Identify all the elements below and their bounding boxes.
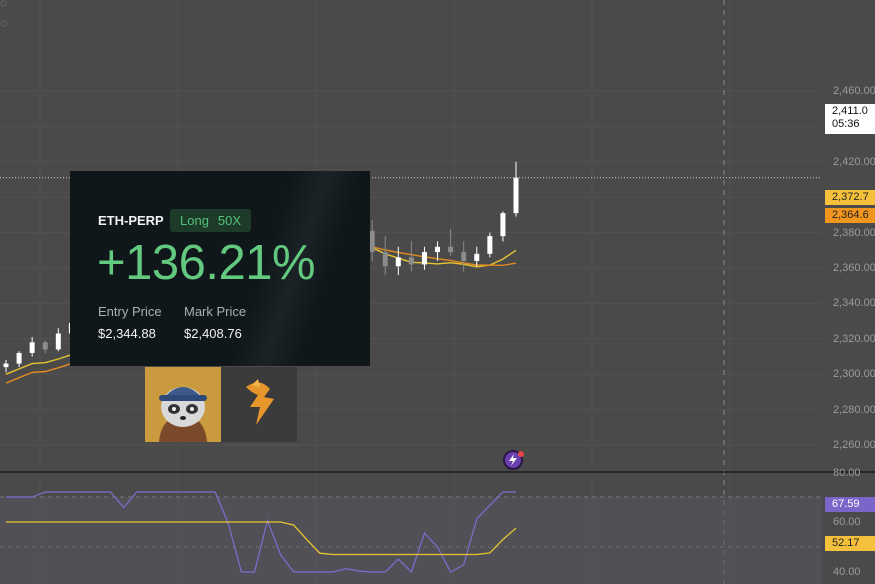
price-axis-label: 2,260.00 [833,439,875,451]
candle-body [487,236,493,254]
mark-price-label: Mark Price [184,304,247,319]
raccoon-avatar-art [145,367,221,442]
price-axis-label: 2,280.00 [833,403,875,416]
lightning-marker-icon[interactable] [501,449,527,471]
candle-body [29,342,35,353]
eye-hidden-icon[interactable]: ◌ [0,17,14,29]
last-price-value: 2,411.0 [832,105,868,117]
candle-body [382,252,388,267]
flame-horse-avatar-art [222,367,297,442]
candle-body [421,252,427,265]
candle-body [55,333,61,350]
lightning-marker-art [503,450,524,470]
position-side: Long [180,213,209,228]
price-axis-label: 2,320.00 [833,332,875,345]
candle-body [42,342,48,350]
candle-body [408,257,414,265]
price-axis-label: 2,340.00 [833,297,875,310]
price-axis-label: 2,380.00 [833,226,875,239]
rsi-value-tag: 67.59 [825,497,875,512]
candle-body [16,352,22,364]
entry-price-label: Entry Price [98,304,162,319]
position-leverage: 50X [217,213,242,228]
candle-body [395,257,401,267]
last-price-tag: 2,411.0 05:36 [825,104,875,134]
ma-short-tag: 2,372.7 [825,190,875,205]
candle-body [513,177,519,214]
rsi-ma-tag: 52.17 [825,536,875,551]
flame-horse-avatar[interactable] [222,367,297,442]
rsi-axis-label: 80.00 [833,467,861,479]
candle-body [3,363,9,368]
raccoon-avatar[interactable] [145,367,221,442]
avatar-strip [145,367,297,442]
mark-price-value: $2,408.76 [184,326,242,341]
pnl-percent: +136.21% [97,236,316,290]
price-axis-label: 2,420.00 [833,155,875,168]
position-badge: Long 50X [170,209,252,232]
candle-body [448,246,454,253]
candle-body [474,253,480,261]
pnl-card: ETH-PERP Long 50X +136.21% Entry Price Ma… [70,171,370,366]
ma-long-tag: 2,364.6 [825,208,875,223]
rsi-axis-label: 40.00 [833,566,861,578]
candle-countdown: 05:36 [832,118,860,130]
price-axis-label: 2,460.00 [833,85,875,97]
candle-body [500,213,506,237]
price-axis-label: 2,300.00 [833,368,875,381]
pair-name: ETH-PERP [98,213,164,228]
candle-body [435,246,441,253]
entry-price-value: $2,344.88 [98,326,156,341]
eye-hidden-icon[interactable]: ◌ [0,0,14,9]
rsi-axis-label: 60.00 [833,516,861,528]
candle-body [369,230,375,253]
price-axis-label: 2,360.00 [833,262,875,274]
candle-body [461,252,467,261]
